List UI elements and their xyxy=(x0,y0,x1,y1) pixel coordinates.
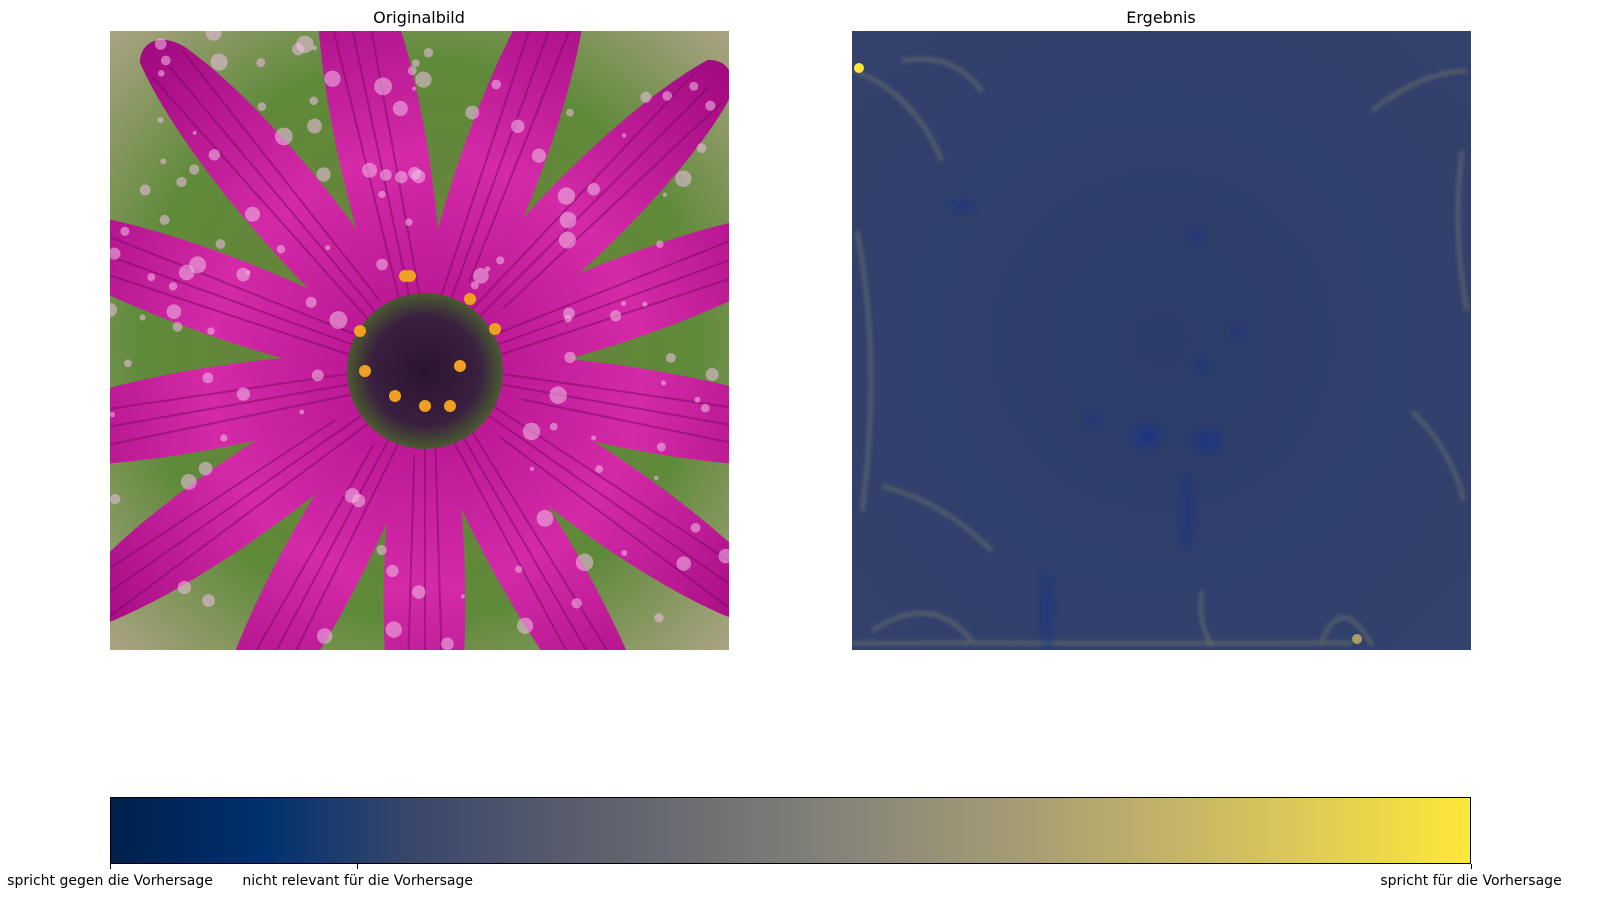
colorbar-tick xyxy=(109,864,111,869)
colorbar-tick-label: nicht relevant für die Vorhersage xyxy=(242,873,473,889)
result-heatmap xyxy=(852,31,1471,650)
colorbar-tick xyxy=(1470,864,1472,869)
original-flower-image xyxy=(110,31,729,650)
colorbar xyxy=(110,797,1471,864)
result-title: Ergebnis xyxy=(1126,8,1196,27)
colorbar-tick xyxy=(357,864,359,869)
colorbar-tick-label: spricht gegen die Vorhersage xyxy=(7,873,213,889)
heatmap-image xyxy=(852,31,1471,650)
colorbar-tick-label: spricht für die Vorhersage xyxy=(1380,873,1562,889)
purple-flower-photo-icon xyxy=(110,31,729,650)
original-title: Originalbild xyxy=(373,8,465,27)
